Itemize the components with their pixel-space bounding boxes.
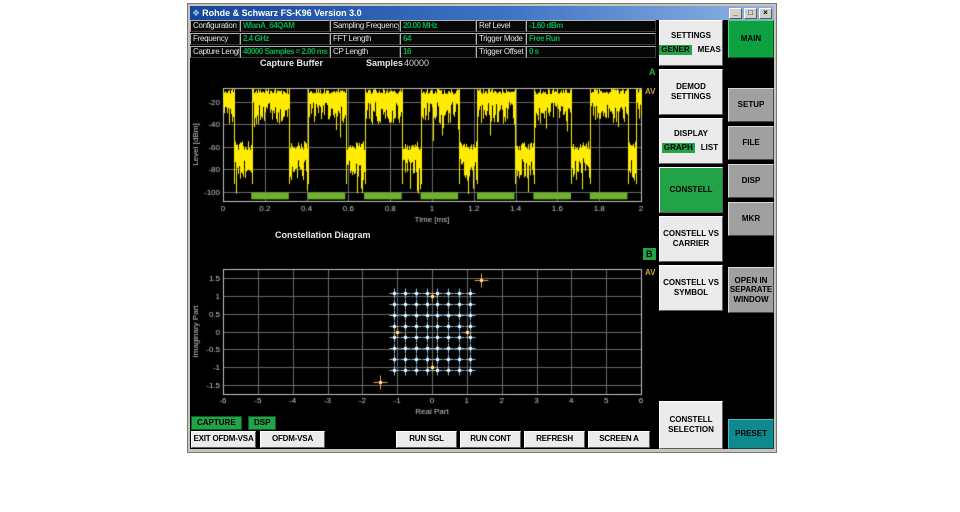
exit-ofdm-vsa-button[interactable]: EXIT OFDM-VSA [191, 431, 256, 448]
app-window: ❖ Rohde & Schwarz FS-K96 Version 3.0 _ □… [187, 3, 777, 453]
softkey-constell-vs-symbol[interactable]: CONSTELL VS SYMBOL [659, 265, 723, 311]
open-in-separate-window-button[interactable]: OPEN IN SEPARATE WINDOW [728, 267, 774, 313]
softkey-settings[interactable]: SETTINGS GENER MEAS [659, 20, 723, 66]
trigger-mode-value: Free Run [526, 33, 656, 45]
samples-value: 40000 [404, 58, 429, 68]
trace-average-indicator-b: AV [645, 268, 656, 277]
disp-button[interactable]: DISP [728, 164, 774, 198]
dsp-status-indicator: DSP [248, 416, 276, 430]
softkey-constell[interactable]: CONSTELL [659, 167, 723, 213]
samples-label: Samples [366, 58, 403, 68]
maximize-button[interactable]: □ [744, 8, 757, 19]
preset-button[interactable]: PRESET [728, 419, 774, 449]
configuration-value: WlanA_64QAM [240, 20, 330, 32]
refresh-button[interactable]: REFRESH [524, 431, 585, 448]
softkey-constell-selection[interactable]: CONSTELL SELECTION [659, 401, 723, 449]
softkey-display[interactable]: DISPLAY GRAPH LIST [659, 118, 723, 164]
ref-level-value: -1.60 dBm [526, 20, 656, 32]
constellation-chart [190, 244, 650, 426]
trigger-offset-label: Trigger Offset [476, 46, 526, 58]
close-button[interactable]: × [759, 8, 772, 19]
softkey-constell-vs-carrier-label: CONSTELL VS CARRIER [660, 229, 722, 248]
main-button[interactable]: MAIN [728, 20, 774, 58]
app-icon: ❖ [192, 7, 200, 19]
softkey-settings-label: SETTINGS [671, 31, 711, 41]
capture-status-indicator: CAPTURE [191, 416, 242, 430]
frequency-value: 2.4 GHz [240, 33, 330, 45]
tab-graph[interactable]: GRAPH [662, 143, 695, 153]
constellation-title: Constellation Diagram [275, 230, 371, 240]
cp-length-value: 16 [400, 46, 476, 58]
screen-a-indicator: A [649, 67, 656, 77]
softkey-constell-selection-label: CONSTELL SELECTION [660, 415, 722, 434]
softkey-constell-vs-symbol-label: CONSTELL VS SYMBOL [660, 278, 722, 297]
screen-a-button[interactable]: SCREEN A [588, 431, 650, 448]
tab-gener[interactable]: GENER [659, 45, 691, 55]
softkey-display-label: DISPLAY [674, 129, 708, 139]
file-button[interactable]: FILE [728, 126, 774, 160]
run-sgl-button[interactable]: RUN SGL [396, 431, 457, 448]
softkey-demod-settings[interactable]: DEMOD SETTINGS [659, 69, 723, 115]
capture-buffer-chart [190, 68, 650, 228]
trigger-mode-label: Trigger Mode [476, 33, 526, 45]
window-titlebar: ❖ Rohde & Schwarz FS-K96 Version 3.0 _ □… [190, 6, 774, 20]
fft-length-label: FFT Length [330, 33, 400, 45]
ofdm-vsa-button[interactable]: OFDM-VSA [260, 431, 325, 448]
softkey-demod-settings-label: DEMOD SETTINGS [660, 82, 722, 101]
trigger-offset-value: 0 s [526, 46, 656, 58]
tab-list[interactable]: LIST [699, 143, 720, 153]
cp-length-label: CP Length [330, 46, 400, 58]
sampling-frequency-label: Sampling Frequency [330, 20, 400, 32]
softkey-constell-vs-carrier[interactable]: CONSTELL VS CARRIER [659, 216, 723, 262]
parameter-header: Configuration WlanA_64QAM Sampling Frequ… [190, 20, 656, 58]
sampling-frequency-value: 20.00 MHz [400, 20, 476, 32]
ref-level-label: Ref Level [476, 20, 526, 32]
desktop-background: ❖ Rohde & Schwarz FS-K96 Version 3.0 _ □… [0, 0, 960, 512]
softkey-constell-label: CONSTELL [669, 185, 712, 195]
tab-meas[interactable]: MEAS [696, 45, 723, 55]
fft-length-value: 64 [400, 33, 476, 45]
capture-buffer-title: Capture Buffer [260, 58, 323, 68]
client-area: Configuration WlanA_64QAM Sampling Frequ… [190, 20, 774, 449]
setup-button[interactable]: SETUP [728, 88, 774, 122]
capture-length-label: Capture Length [190, 46, 240, 58]
configuration-label: Configuration [190, 20, 240, 32]
frequency-label: Frequency [190, 33, 240, 45]
window-title: Rohde & Schwarz FS-K96 Version 3.0 [202, 8, 727, 18]
run-cont-button[interactable]: RUN CONT [460, 431, 521, 448]
trace-average-indicator-a: AV [645, 87, 656, 96]
mkr-button[interactable]: MKR [728, 202, 774, 236]
screen-b-indicator: B [643, 248, 656, 260]
capture-length-value: 40000 Samples = 2.00 ms [240, 46, 330, 58]
minimize-button[interactable]: _ [729, 8, 742, 19]
